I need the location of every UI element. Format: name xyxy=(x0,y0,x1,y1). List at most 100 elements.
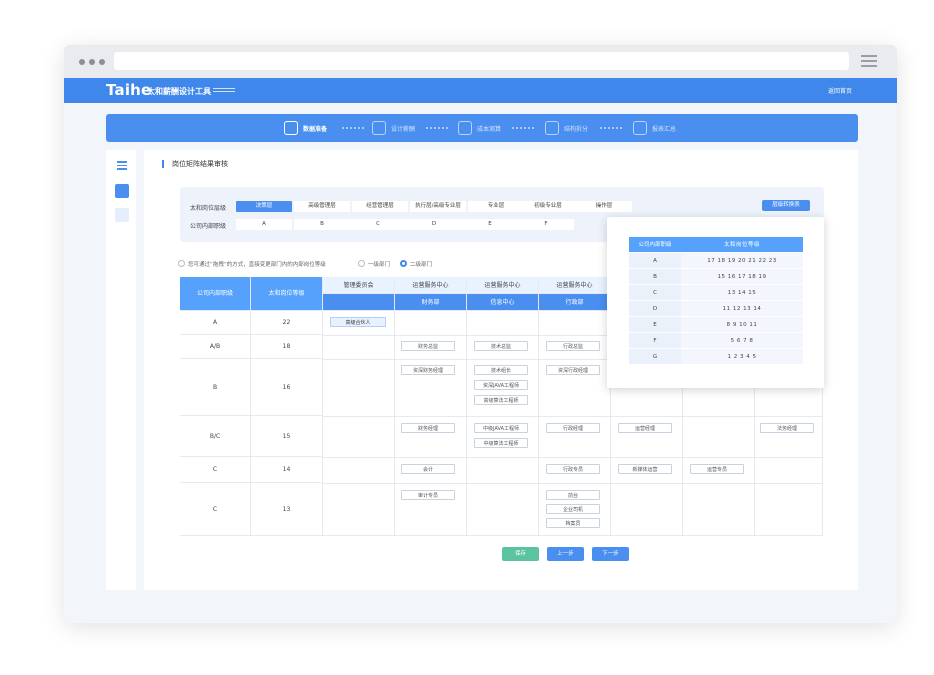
window-dot-icon[interactable] xyxy=(99,59,105,65)
conversion-row: A 17 18 19 20 21 22 23 xyxy=(629,253,803,269)
pill-executive[interactable]: 执行层/高级专业层 xyxy=(410,201,466,212)
dept-column xyxy=(323,311,395,536)
chart-nav-icon[interactable] xyxy=(115,184,129,198)
position-tag[interactable]: 财务经理 xyxy=(401,423,455,433)
position-tag[interactable]: 行政经理 xyxy=(546,423,600,433)
position-tag[interactable]: 技术总监 xyxy=(474,341,528,351)
step-label: 数据准备 xyxy=(303,125,328,133)
pill-operating-mgmt[interactable]: 经营管理层 xyxy=(352,201,408,212)
position-tag[interactable]: 中级算法工程师 xyxy=(474,438,528,448)
window-dot-icon[interactable] xyxy=(89,59,95,65)
position-tag[interactable]: 运营专员 xyxy=(690,464,744,474)
logo-lines-icon xyxy=(213,88,235,94)
position-tag[interactable]: 法务经理 xyxy=(760,423,814,433)
pill-grade-e[interactable]: E xyxy=(462,219,518,230)
window-dot-icon[interactable] xyxy=(79,59,85,65)
conversion-row: E8 9 10 11 xyxy=(629,317,803,333)
position-tag[interactable]: 财务总监 xyxy=(401,341,455,351)
step-cost[interactable]: 成本测算 xyxy=(458,120,501,136)
conversion-levels: 1 2 3 4 5 xyxy=(681,349,803,365)
hint-text: 您可通过“拖拽”的方式，直接变更部门内的内部岗位等级 xyxy=(188,262,326,268)
structure-icon xyxy=(545,121,559,135)
pill-professional[interactable]: 专业层 xyxy=(468,201,524,212)
conversion-row: F5 6 7 8 xyxy=(629,333,803,349)
radio-level1[interactable] xyxy=(358,260,365,267)
position-tag[interactable]: 中级JAVA工程师 xyxy=(474,423,528,433)
step-structure[interactable]: 结构拆分 xyxy=(545,120,588,136)
position-tag[interactable]: 资深JAVA工程师 xyxy=(474,380,528,390)
conversion-table: 公司内部职级 太和岗位等级 A 17 18 19 20 21 22 23 B 15 … xyxy=(629,237,803,365)
grade-cell: A/B xyxy=(180,335,251,359)
step-label: 设计薪酬 xyxy=(391,125,416,133)
step-connector xyxy=(512,127,534,129)
step-data-prep[interactable]: 数据准备 xyxy=(284,120,327,136)
dept-l2-header: 财务部 xyxy=(395,294,467,311)
home-link[interactable]: 返回首页 xyxy=(828,86,852,95)
conversion-grade: A xyxy=(629,253,681,269)
pill-grade-b[interactable]: B xyxy=(294,219,350,230)
pill-grade-a[interactable]: A xyxy=(236,219,292,230)
level-cell: 16 xyxy=(251,359,323,416)
radio-level1-label: 一级部门 xyxy=(368,262,391,268)
position-tag[interactable]: 高级合伙人 xyxy=(330,317,386,327)
level-cell: 15 xyxy=(251,416,323,457)
convert-table-button[interactable]: 层级转换表 xyxy=(762,200,810,211)
radio-level2[interactable] xyxy=(400,260,407,267)
layers-icon xyxy=(284,121,298,135)
conversion-levels: 17 18 19 20 21 22 23 xyxy=(681,253,803,269)
prev-button[interactable]: 上一步 xyxy=(547,547,584,561)
grade-cell: A xyxy=(180,311,251,335)
row1-label: 太和岗位层级 xyxy=(190,205,227,212)
header-taihe-level: 太和岗位等级 xyxy=(251,277,323,311)
grade-cell: C xyxy=(180,483,251,536)
dept-l2-header: 信息中心 xyxy=(467,294,539,311)
grade-cell: C xyxy=(180,457,251,483)
document-nav-icon[interactable] xyxy=(115,208,129,222)
dept-l1-header: 管理委员会 xyxy=(323,277,395,294)
position-tag[interactable]: 企业司机 xyxy=(546,504,600,514)
position-tag[interactable]: 行政专员 xyxy=(546,464,600,474)
position-tag[interactable]: 资深行政经理 xyxy=(546,365,600,375)
grade-cell: B/C xyxy=(180,416,251,457)
position-tag[interactable]: 档案员 xyxy=(546,518,600,528)
step-design[interactable]: 设计薪酬 xyxy=(372,120,415,136)
pill-operation[interactable]: 操作层 xyxy=(576,201,632,212)
position-tag[interactable]: 新媒体运营 xyxy=(618,464,672,474)
menu-icon[interactable] xyxy=(861,55,877,68)
step-label: 报表汇总 xyxy=(652,125,677,133)
position-tag[interactable]: 技术组长 xyxy=(474,365,528,375)
position-tag[interactable]: 运营经理 xyxy=(618,423,672,433)
step-report[interactable]: 报表汇总 xyxy=(633,120,676,136)
conversion-row: G1 2 3 4 5 xyxy=(629,349,803,365)
pill-decision[interactable]: 决策层 xyxy=(236,201,292,212)
position-tag[interactable]: 前台 xyxy=(546,490,600,500)
pill-grade-d[interactable]: D xyxy=(406,219,462,230)
conversion-grade: E xyxy=(629,317,681,333)
position-tag[interactable]: 行政总监 xyxy=(546,341,600,351)
conversion-grade: C xyxy=(629,285,681,301)
dept-l1-header: 运营服务中心 xyxy=(539,277,611,294)
shield-yen-icon xyxy=(458,121,472,135)
browser-chrome xyxy=(64,45,897,78)
list-menu-icon[interactable] xyxy=(115,158,129,172)
conversion-row: C 13 14 15 xyxy=(629,285,803,301)
save-button[interactable]: 保存 xyxy=(502,547,539,561)
header-internal-grade: 公司内部职级 xyxy=(180,277,251,311)
position-tag[interactable]: 会计 xyxy=(401,464,455,474)
page-title: 岗位矩阵结果审核 xyxy=(162,160,228,168)
conversion-row: D 11 12 13 14 xyxy=(629,301,803,317)
position-tag[interactable]: 资深财务经理 xyxy=(401,365,455,375)
conversion-header: 公司内部职级 太和岗位等级 xyxy=(629,237,803,253)
pill-grade-f[interactable]: F xyxy=(518,219,574,230)
position-tag[interactable]: 高级算法工程师 xyxy=(474,395,528,405)
address-bar[interactable] xyxy=(114,52,849,70)
pill-senior-mgmt[interactable]: 高级管理层 xyxy=(294,201,350,212)
conversion-grade: F xyxy=(629,333,681,349)
step-label: 结构拆分 xyxy=(564,125,589,133)
pill-junior[interactable]: 初级专业层 xyxy=(520,201,576,212)
position-tag[interactable]: 审计专员 xyxy=(401,490,455,500)
conversion-grade: B xyxy=(629,269,681,285)
next-button[interactable]: 下一步 xyxy=(592,547,629,561)
dept-l2-header: 行政部 xyxy=(539,294,611,311)
pill-grade-c[interactable]: C xyxy=(350,219,406,230)
